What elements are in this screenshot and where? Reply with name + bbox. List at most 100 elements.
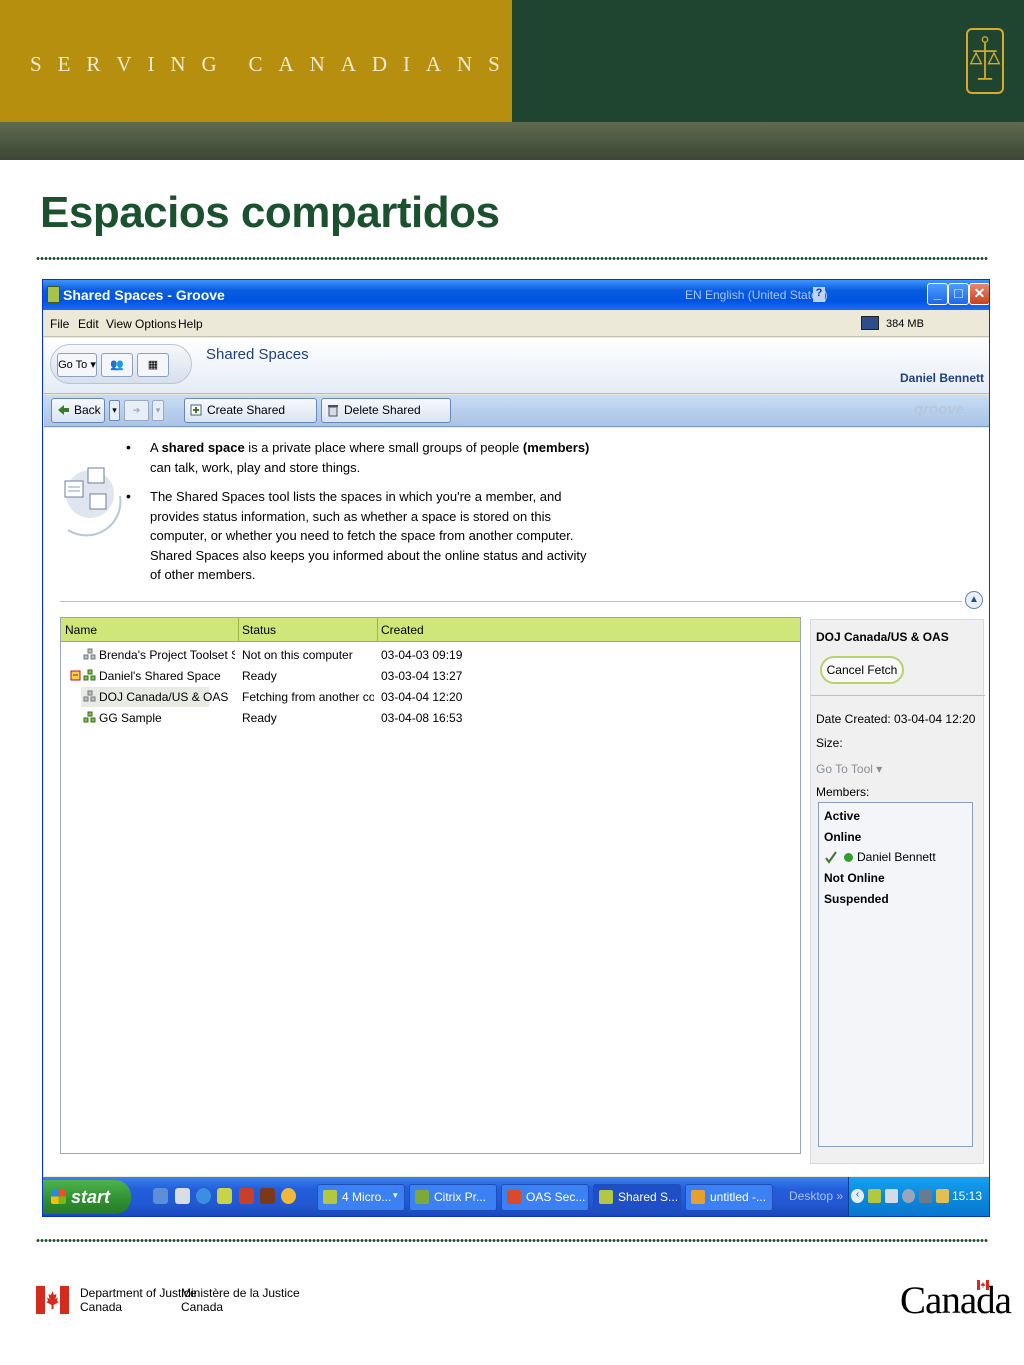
shared-spaces-content: A shared space is a private place where …: [44, 428, 989, 1176]
volume-icon[interactable]: [902, 1189, 915, 1203]
table-row[interactable]: Brenda's Project Toolset Sp... Not on th…: [61, 645, 800, 666]
row-status: Fetching from another co...: [242, 690, 374, 704]
key-icon[interactable]: [936, 1189, 949, 1203]
row-status: Ready: [242, 711, 277, 725]
tray-expand-icon[interactable]: ‹: [851, 1189, 864, 1203]
member-name[interactable]: Daniel Bennett: [857, 850, 936, 864]
language-indicator[interactable]: EN English (United States): [685, 288, 828, 302]
task-button[interactable]: OAS Sec...: [501, 1184, 589, 1211]
quicklaunch-icon[interactable]: [281, 1188, 296, 1204]
task-button[interactable]: untitled -...: [685, 1184, 773, 1211]
create-shared-space-button[interactable]: Create Shared Space...: [184, 398, 317, 440]
collapse-icon[interactable]: ▲: [965, 591, 983, 609]
column-header-name[interactable]: Name: [65, 623, 97, 637]
delete-shared-space-button[interactable]: Delete Shared Space ▾: [321, 398, 451, 440]
minimize-button[interactable]: _: [927, 283, 948, 305]
back-dropdown-button[interactable]: ▾: [109, 400, 120, 421]
menu-view[interactable]: View: [106, 317, 132, 331]
banner-letter: N: [170, 52, 186, 76]
banner-letter: A: [425, 52, 442, 76]
menu-edit[interactable]: Edit: [78, 317, 99, 331]
system-tray: ‹ 15:13: [848, 1177, 989, 1216]
help-icon[interactable]: ?: [813, 287, 825, 302]
column-header-created[interactable]: Created: [381, 623, 424, 637]
column-divider[interactable]: [238, 618, 239, 642]
quicklaunch-icon[interactable]: [175, 1188, 190, 1204]
desktop-toolbar[interactable]: Desktop »: [789, 1189, 843, 1203]
trash-icon: [328, 405, 338, 417]
table-row[interactable]: Daniel's Shared Space Ready 03-03-04 13:…: [61, 666, 800, 687]
close-button[interactable]: ✕: [969, 283, 989, 305]
banner-letter: A: [340, 52, 356, 76]
banner-letter: N: [456, 52, 473, 76]
details-divider: [811, 695, 985, 696]
ie-icon[interactable]: [196, 1188, 211, 1204]
banner-letter: V: [116, 52, 132, 76]
task-app-icon: [691, 1190, 705, 1204]
contacts-icon[interactable]: 👥: [101, 353, 133, 377]
groove-tray-icon[interactable]: [868, 1189, 881, 1203]
back-label: Back: [74, 403, 101, 417]
intro-bullet: A shared space is a private place where …: [124, 438, 598, 477]
dept-en-line: Canada: [80, 1300, 123, 1314]
unread-flag-icon: [70, 670, 81, 681]
members-list: Active Online Daniel Bennett Not Online …: [818, 802, 973, 1147]
banner-strip: [0, 122, 1024, 160]
navigation-pill: Go To ▾ 👥 ▦: [50, 344, 192, 384]
intro-emphasis: shared space: [161, 440, 245, 455]
table-row[interactable]: GG Sample Ready 03-04-08 16:53: [61, 708, 800, 729]
task-group-arrow-icon[interactable]: ▾: [393, 1190, 398, 1201]
banner-tagline: S E R V I N G C A N A D I A N S: [30, 52, 500, 77]
banner-letter: I: [402, 52, 410, 76]
windows-logo-icon: [51, 1189, 66, 1204]
dept-en-line: Department of Justice: [80, 1286, 197, 1300]
quicklaunch-icon[interactable]: [239, 1188, 254, 1204]
slide-title: Espacios compartidos: [40, 188, 500, 237]
task-button[interactable]: Citrix Pr...: [409, 1184, 497, 1211]
menu-options[interactable]: Options: [135, 317, 176, 331]
dept-fr-line: Canada: [181, 1300, 224, 1314]
forward-dropdown-button[interactable]: ▾: [152, 400, 164, 421]
row-name: GG Sample: [99, 711, 162, 725]
intro-bullet: The Shared Spaces tool lists the spaces …: [124, 487, 598, 585]
window-titlebar[interactable]: Shared Spaces - Groove EN English (Unite…: [43, 280, 989, 310]
banner-green-panel: [512, 0, 1024, 122]
row-status: Not on this computer: [242, 648, 353, 662]
cancel-fetch-button[interactable]: Cancel Fetch: [820, 656, 904, 684]
menu-help[interactable]: Help: [178, 317, 203, 331]
task-app-icon: [323, 1190, 337, 1204]
go-to-tool-dropdown[interactable]: Go To Tool ▾: [816, 762, 882, 776]
spaces-menu-icon[interactable]: ▦: [137, 353, 169, 377]
row-created: 03-04-04 12:20: [381, 690, 463, 704]
intro-emphasis: (members): [522, 440, 590, 455]
start-button[interactable]: start: [43, 1180, 131, 1214]
row-created: 03-04-03 09:19: [381, 648, 463, 662]
back-button[interactable]: Back: [51, 398, 105, 423]
tray-icon[interactable]: [885, 1189, 898, 1203]
quicklaunch-icon[interactable]: [153, 1188, 168, 1204]
task-label: Citrix Pr...: [434, 1190, 487, 1204]
banner-letter: A: [278, 52, 294, 76]
task-button-active[interactable]: Shared S...: [593, 1184, 681, 1211]
dept-fr-line: Ministère de la Justice: [181, 1286, 300, 1300]
forward-button[interactable]: ➔: [124, 400, 149, 421]
online-status-icon: [844, 853, 853, 862]
network-icon[interactable]: [919, 1189, 932, 1203]
menu-file[interactable]: File: [50, 317, 69, 331]
column-divider[interactable]: [377, 618, 378, 642]
groove-quicklaunch-icon[interactable]: [217, 1188, 232, 1204]
start-label: start: [71, 1187, 111, 1207]
task-app-icon: [507, 1190, 521, 1204]
goto-button[interactable]: Go To ▾: [57, 353, 97, 377]
task-label: Shared S...: [618, 1190, 679, 1204]
menubar: File Edit View Options Help 384 MB: [43, 311, 989, 337]
banner-letter: I: [147, 52, 155, 76]
table-row-selected[interactable]: DOJ Canada/US & OAS Fetching from anothe…: [61, 687, 800, 708]
banner-letter: E: [57, 52, 71, 76]
maximize-button[interactable]: □: [948, 283, 969, 305]
column-header-status[interactable]: Status: [242, 623, 276, 637]
quicklaunch-icon[interactable]: [260, 1188, 275, 1204]
canada-wordmark: Canada: [900, 1279, 1012, 1322]
task-button[interactable]: 4 Micro...: [317, 1184, 405, 1211]
space-not-local-icon: [83, 648, 96, 660]
